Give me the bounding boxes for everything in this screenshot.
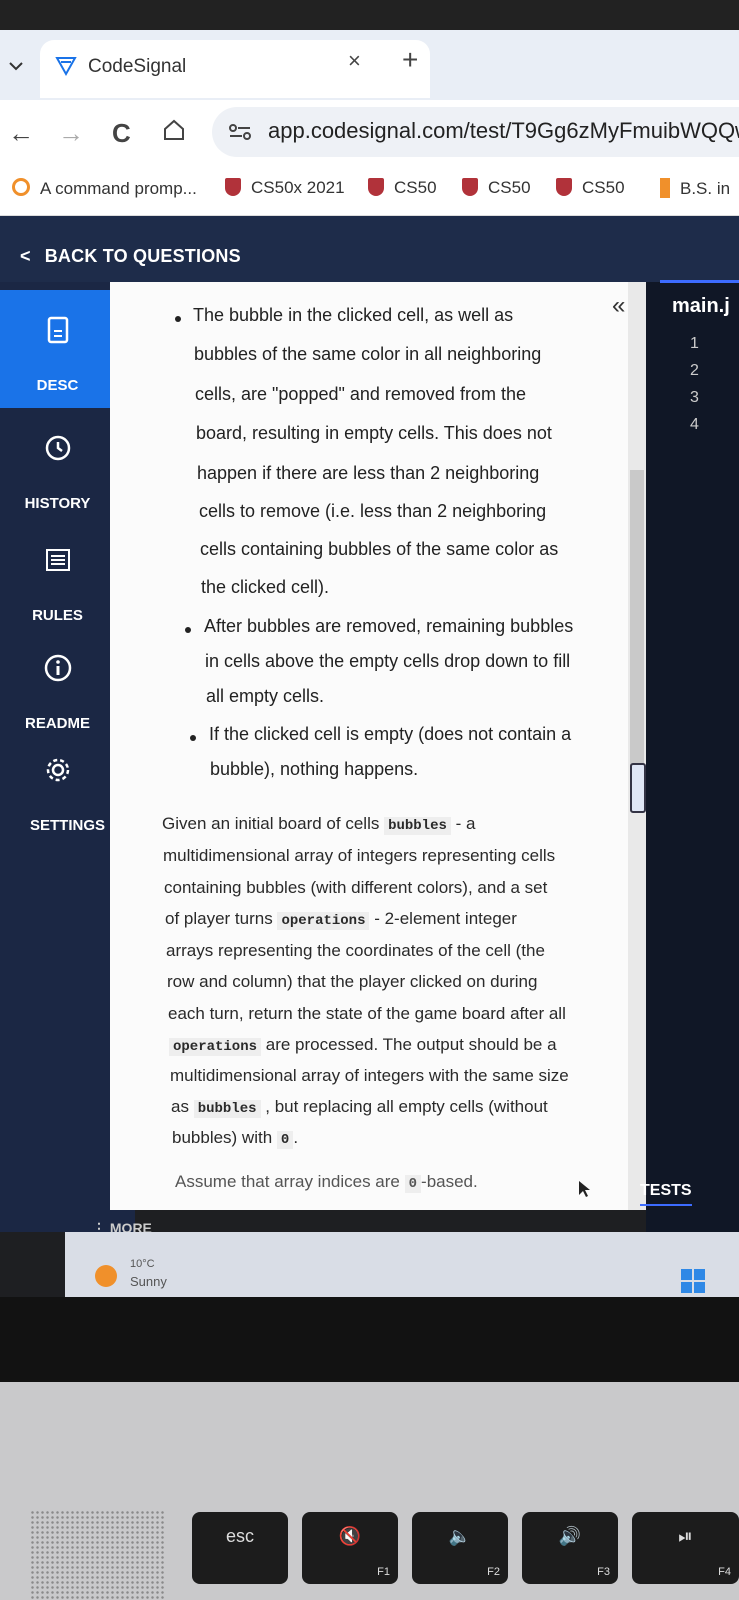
site-info-icon[interactable] bbox=[228, 122, 252, 142]
bullet-2-line-1: After bubbles are removed, remaining bub… bbox=[204, 616, 574, 636]
sidebar-item-rules[interactable]: RULES bbox=[0, 520, 115, 638]
para-line-4: of player turns operations - 2-element i… bbox=[165, 909, 517, 930]
tab-close-icon[interactable]: × bbox=[348, 48, 361, 74]
sidebar-item-readme[interactable]: README bbox=[0, 628, 115, 746]
code-zero: 0 bbox=[404, 1175, 422, 1193]
bullet-2-line-3: all empty cells. bbox=[206, 686, 325, 706]
f4-play-pause-key[interactable]: ⏯ F4 bbox=[632, 1512, 739, 1584]
para-line-3: containing bubbles (with different color… bbox=[164, 878, 548, 897]
reload-icon[interactable]: C bbox=[112, 118, 131, 149]
para-line-7: each turn, return the state of the game … bbox=[168, 1004, 566, 1023]
code-zero: 0 bbox=[276, 1131, 294, 1149]
esc-key[interactable]: esc bbox=[192, 1512, 288, 1584]
back-to-questions-link[interactable]: < BACK TO QUESTIONS bbox=[20, 246, 241, 267]
collapse-panel-icon[interactable]: « bbox=[612, 292, 625, 320]
play-pause-icon: ⏯ bbox=[678, 1526, 693, 1546]
info-icon bbox=[44, 654, 72, 682]
bookmark-command-prompt[interactable]: A command promp... bbox=[12, 178, 197, 199]
sidebar-item-settings[interactable]: SETTINGS bbox=[0, 730, 115, 848]
sun-icon[interactable] bbox=[95, 1265, 117, 1287]
f2-volume-down-key[interactable]: 🔈 F2 bbox=[412, 1512, 508, 1584]
f3-volume-up-key[interactable]: 🔊 F3 bbox=[522, 1512, 618, 1584]
code-bubbles: bubbles bbox=[193, 1100, 261, 1118]
para-line-11: bubbles) with 0. bbox=[172, 1128, 299, 1149]
codesignal-logo-icon bbox=[55, 57, 77, 77]
speaker-grille bbox=[30, 1510, 165, 1600]
bullet-1-line-7: cells containing bubbles of the same col… bbox=[200, 539, 559, 559]
gear-icon bbox=[46, 758, 70, 782]
bookmark-cs50x-2021[interactable]: CS50x 2021 bbox=[225, 178, 345, 198]
code-operations: operations bbox=[277, 912, 370, 930]
para-line-5: arrays representing the coordinates of t… bbox=[166, 941, 545, 960]
panel-resize-handle[interactable] bbox=[630, 763, 646, 813]
chevron-left-icon: < bbox=[20, 246, 31, 266]
para-line-1: Given an initial board of cells bubbles … bbox=[162, 814, 476, 835]
weather-condition[interactable]: Sunny bbox=[130, 1274, 167, 1289]
para-line-9: multidimensional array of integers with … bbox=[170, 1066, 569, 1085]
bullet-dot bbox=[175, 316, 181, 322]
url-text[interactable]: app.codesignal.com/test/T9Gg6zMyFmuibWQQ… bbox=[268, 118, 739, 144]
tab-search-icon[interactable] bbox=[6, 56, 26, 76]
search-icon bbox=[12, 178, 30, 196]
f1-mute-key[interactable]: 🔇 F1 bbox=[302, 1512, 398, 1584]
para-line-8: operations are processed. The output sho… bbox=[169, 1029, 557, 1064]
para-line-2: multidimensional array of integers repre… bbox=[163, 846, 556, 865]
bullet-1-line-3: cells, are "popped" and removed from the bbox=[195, 384, 526, 404]
mute-icon: 🔇 bbox=[338, 1526, 362, 1546]
weather-temperature[interactable]: 10°C bbox=[130, 1258, 155, 1270]
document-icon bbox=[47, 316, 69, 344]
editor-tab-underline bbox=[660, 280, 739, 283]
bullet-1-line-1: The bubble in the clicked cell, as well … bbox=[193, 305, 514, 325]
bullet-1-line-6: cells to remove (i.e. less than 2 neighb… bbox=[199, 501, 547, 521]
sidebar-item-history[interactable]: HISTORY bbox=[0, 408, 115, 526]
list-icon bbox=[46, 549, 70, 571]
institution-icon bbox=[660, 178, 670, 198]
bookmark-cs50-3[interactable]: CS50 bbox=[556, 178, 625, 198]
windows-start-icon[interactable] bbox=[680, 1268, 706, 1294]
bullet-2-line-2: in cells above the empty cells drop down… bbox=[205, 651, 571, 671]
bullet-1-line-2: bubbles of the same color in all neighbo… bbox=[194, 344, 542, 364]
file-tab-main[interactable]: main.j bbox=[672, 295, 730, 318]
bookmark-cs50-2[interactable]: CS50 bbox=[462, 178, 531, 198]
bullet-dot bbox=[190, 735, 196, 741]
volume-up-icon: 🔊 bbox=[558, 1526, 582, 1546]
shield-icon bbox=[368, 178, 384, 196]
tab-title: CodeSignal bbox=[88, 56, 187, 77]
bookmark-bs[interactable]: B.S. in bbox=[660, 178, 730, 199]
tests-tab[interactable]: TESTS bbox=[640, 1182, 692, 1206]
para-line-10: as bubbles , but replacing all empty cel… bbox=[171, 1097, 548, 1118]
bullet-1-line-8: the clicked cell). bbox=[201, 577, 330, 597]
mouse-cursor-icon bbox=[579, 1181, 590, 1197]
assume-line: Assume that array indices are 0 -based. bbox=[175, 1172, 478, 1193]
line-number: 4 bbox=[690, 416, 699, 433]
back-arrow-icon[interactable]: ← bbox=[8, 118, 34, 149]
line-number: 3 bbox=[690, 389, 699, 406]
screen-top-bezel bbox=[0, 0, 739, 30]
shield-icon bbox=[556, 178, 572, 196]
shield-icon bbox=[225, 178, 241, 196]
scrollbar-thumb[interactable] bbox=[630, 470, 644, 770]
shield-icon bbox=[462, 178, 478, 196]
line-number: 1 bbox=[690, 335, 699, 352]
bullet-3-line-1: If the clicked cell is empty (does not c… bbox=[209, 724, 572, 744]
code-bubbles: bubbles bbox=[384, 817, 451, 835]
home-icon[interactable] bbox=[162, 118, 186, 142]
new-tab-button[interactable]: + bbox=[402, 44, 418, 76]
screen-bottom-bezel bbox=[0, 1297, 739, 1382]
bullet-3-line-2: bubble), nothing happens. bbox=[210, 759, 419, 779]
bullet-dot bbox=[185, 627, 191, 633]
forward-arrow-icon[interactable]: → bbox=[58, 118, 84, 149]
bullet-1-line-5: happen if there are less than 2 neighbor… bbox=[197, 463, 540, 483]
code-operations: operations bbox=[169, 1038, 262, 1056]
clock-icon bbox=[45, 435, 71, 461]
para-line-6: row and column) that the player clicked … bbox=[167, 972, 538, 991]
volume-down-icon: 🔈 bbox=[448, 1526, 472, 1546]
line-number: 2 bbox=[690, 362, 699, 379]
bullet-1-line-4: board, resulting in empty cells. This do… bbox=[196, 423, 552, 443]
sidebar-item-desc[interactable]: DESC bbox=[0, 290, 115, 408]
bookmark-cs50-1[interactable]: CS50 bbox=[368, 178, 437, 198]
